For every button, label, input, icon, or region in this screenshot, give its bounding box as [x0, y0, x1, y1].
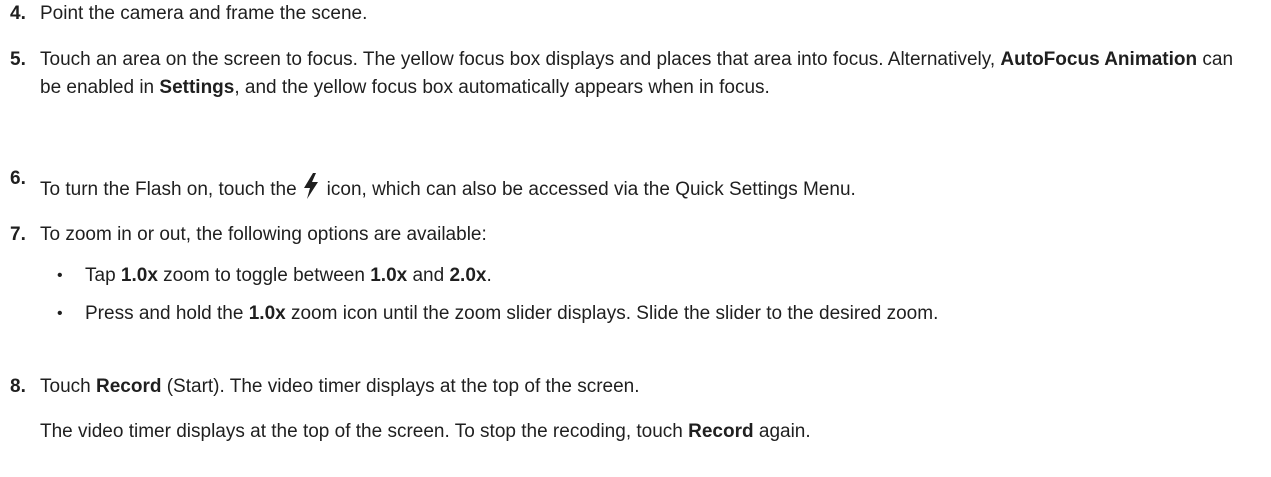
flash-icon: [301, 173, 321, 199]
step-4: 4. Point the camera and frame the scene.: [10, 0, 1251, 28]
step-8: 8. Touch Record (Start). The video timer…: [10, 373, 1251, 401]
step-text: To turn the Flash on, touch the icon, whi…: [40, 173, 1251, 204]
step-number: 7.: [10, 224, 26, 245]
instruction-page: 4. Point the camera and frame the scene.…: [0, 0, 1271, 477]
step-8-note: The video timer displays at the top of t…: [10, 418, 1251, 446]
step-6: 6. To turn the Flash on, touch the icon, …: [10, 168, 1251, 204]
record-label: Record: [688, 421, 754, 442]
list-item: • Press and hold the 1.0x zoom icon unti…: [57, 300, 1231, 328]
step-text: To zoom in or out, the following options…: [40, 224, 487, 245]
bullet-text: Press and hold the 1.0x zoom icon until …: [85, 303, 939, 324]
step-number: 6.: [10, 168, 26, 189]
step-text: Point the camera and frame the scene.: [40, 3, 368, 24]
note-text: The video timer displays at the top of t…: [40, 421, 811, 442]
step-text: Touch an area on the screen to focus. Th…: [40, 49, 1234, 98]
record-label: Record: [95, 376, 162, 397]
step-text: Touch Record (Start). The video timer di…: [40, 376, 640, 397]
step-number: 8.: [10, 376, 26, 397]
bullet-marker: •: [57, 305, 63, 322]
autofocus-animation-label: AutoFocus Animation: [1000, 49, 1198, 70]
step-number: 5.: [10, 49, 26, 70]
step-number: 4.: [10, 3, 26, 24]
step-5: 5. Touch an area on the screen to focus.…: [10, 46, 1251, 102]
bullet-text: Tap 1.0x zoom to toggle between 1.0x and…: [85, 265, 492, 286]
settings-label: Settings: [159, 77, 235, 98]
bullet-marker: •: [57, 267, 63, 284]
list-item: • Tap 1.0x zoom to toggle between 1.0x a…: [57, 262, 1251, 290]
step-7: 7. To zoom in or out, the following opti…: [10, 221, 1251, 249]
